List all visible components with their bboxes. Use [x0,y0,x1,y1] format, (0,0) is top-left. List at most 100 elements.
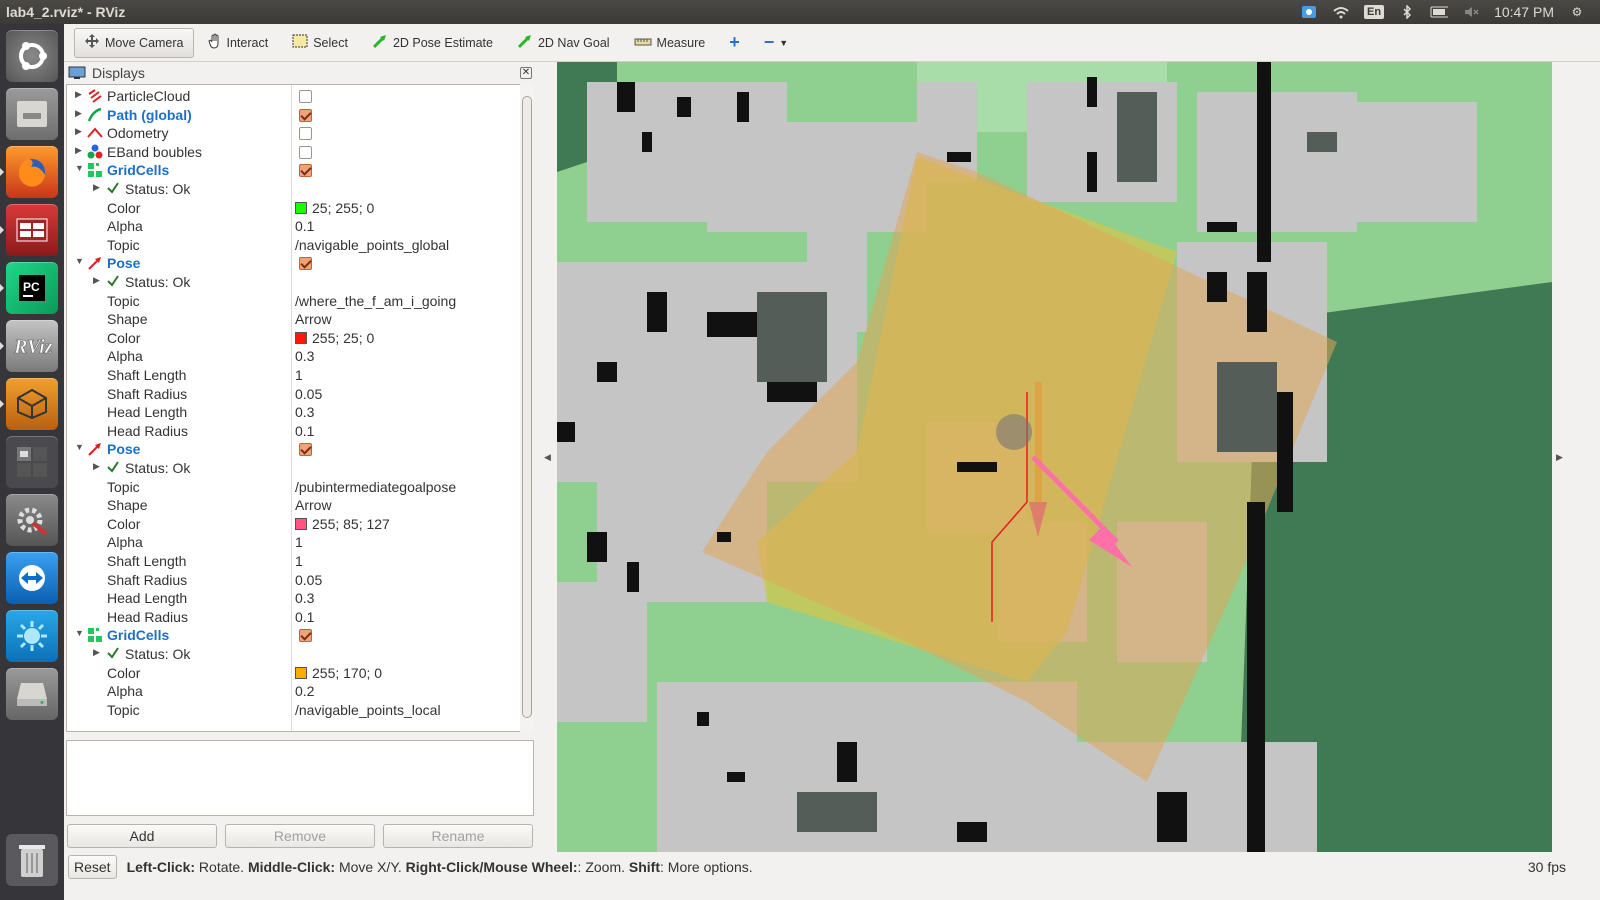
scrollbar-thumb[interactable] [522,96,532,718]
collapse-arrow-icon[interactable]: ▶ [75,145,82,156]
color-swatch[interactable] [295,517,307,530]
ubuntu-dash-icon[interactable] [6,30,58,82]
property-row-status-ok[interactable]: ▶ Status: Ok [67,645,521,664]
property-row-status-ok[interactable]: ▶ Status: Ok [67,459,521,478]
property-value[interactable]: 1 [295,553,303,569]
collapse-arrow-icon[interactable]: ▶ [93,647,100,658]
reset-button[interactable]: Reset [68,855,117,879]
gear-icon[interactable]: ⚙ [1568,5,1586,19]
property-row-color[interactable]: Color 255; 170; 0 [67,664,521,683]
property-row-head-length[interactable]: Head Length 0.3 [67,589,521,608]
property-row-alpha[interactable]: Alpha 0.2 [67,682,521,701]
display-item-pose[interactable]: ▼ Pose [67,440,521,459]
wifi-icon[interactable] [1332,5,1350,19]
blue-splash-app-icon[interactable] [6,610,58,662]
display-item-path-global[interactable]: ▶ Path (global) [67,106,521,125]
chat-icon[interactable] [1300,5,1318,19]
expand-arrow-icon[interactable]: ▼ [75,163,84,173]
property-row-shaft-radius[interactable]: Shaft Radius 0.05 [67,571,521,590]
clock[interactable]: 10:47 PM [1494,4,1554,20]
expand-arrow-icon[interactable]: ▼ [75,628,84,638]
property-row-shaft-radius[interactable]: Shaft Radius 0.05 [67,385,521,404]
disks-icon[interactable] [6,668,58,720]
display-item-gridcells[interactable]: ▼ GridCells [67,161,521,180]
display-item-odometry[interactable]: ▶ Odometry [67,124,521,143]
property-row-status-ok[interactable]: ▶ Status: Ok [67,180,521,199]
property-value[interactable]: 0.1 [295,218,314,234]
property-row-alpha[interactable]: Alpha 0.3 [67,347,521,366]
tool-measure[interactable]: Measure [624,28,716,58]
property-row-alpha[interactable]: Alpha 0.1 [67,217,521,236]
property-value[interactable]: 25; 255; 0 [295,200,374,216]
property-value[interactable]: 0.3 [295,348,314,364]
firefox-icon[interactable] [0,146,58,198]
sketchup-icon[interactable] [0,378,58,430]
display-item-pose[interactable]: ▼ Pose [67,254,521,273]
property-value[interactable]: /navigable_points_global [295,237,449,253]
property-value[interactable]: Arrow [295,311,332,327]
volume-icon[interactable] [1462,5,1480,19]
remove-tool-button[interactable]: − ▼ [754,28,798,58]
property-row-color[interactable]: Color 255; 85; 127 [67,515,521,534]
keyboard-layout-indicator[interactable]: En [1364,5,1385,19]
collapse-left-icon[interactable]: ◀ [544,452,551,463]
display-item-eband-boubles[interactable]: ▶ EBand boubles [67,143,521,162]
property-value[interactable]: 1 [295,534,303,550]
property-value[interactable]: /pubintermediategoalpose [295,479,456,495]
property-row-topic[interactable]: Topic/navigable_points_global [67,236,521,255]
display-enable-checkbox[interactable] [299,164,312,178]
property-row-status-ok[interactable]: ▶ Status: Ok [67,273,521,292]
color-swatch[interactable] [295,331,307,344]
tool-interact[interactable]: Interact [198,28,279,58]
expand-arrow-icon[interactable]: ▼ [75,442,84,452]
property-value[interactable]: 255; 25; 0 [295,330,374,346]
collapse-arrow-icon[interactable]: ▶ [75,108,82,119]
collapse-arrow-icon[interactable]: ▶ [93,182,100,193]
pycharm-icon[interactable]: PC [0,262,58,314]
bluetooth-icon[interactable] [1398,5,1416,19]
battery-icon[interactable] [1430,5,1449,19]
color-swatch[interactable] [295,666,307,679]
expand-arrow-icon[interactable]: ▼ [75,256,84,266]
display-enable-checkbox[interactable] [299,127,312,141]
tool-select[interactable]: Select [282,28,358,58]
property-value[interactable]: /where_the_f_am_i_going [295,293,456,309]
property-value[interactable]: 1 [295,367,303,383]
tool-2d-pose-estimate[interactable]: 2D Pose Estimate [362,28,503,58]
property-value[interactable]: 0.05 [295,386,322,402]
display-enable-checkbox[interactable] [299,629,312,643]
trash-icon[interactable] [6,834,58,886]
display-enable-checkbox[interactable] [299,90,312,103]
rename-display-button[interactable]: Rename [383,824,533,848]
tool-2d-nav-goal[interactable]: 2D Nav Goal [507,28,620,58]
collapse-arrow-icon[interactable]: ▶ [93,461,100,472]
3d-render-view[interactable] [557,62,1552,852]
property-row-head-radius[interactable]: Head Radius 0.1 [67,422,521,441]
property-value[interactable]: 0.3 [295,590,314,606]
property-value[interactable]: 255; 85; 127 [295,516,390,532]
property-value[interactable]: Arrow [295,497,332,513]
collapse-arrow-icon[interactable]: ▶ [75,89,82,100]
close-panel-button[interactable]: ✕ [520,67,532,79]
display-enable-checkbox[interactable] [299,443,312,457]
display-item-gridcells[interactable]: ▼ GridCells [67,626,521,645]
display-enable-checkbox[interactable] [299,145,312,159]
property-row-color[interactable]: Color 25; 255; 0 [67,199,521,218]
property-row-alpha[interactable]: Alpha 1 [67,533,521,552]
remove-display-button[interactable]: Remove [225,824,375,848]
collapse-right-icon[interactable]: ▶ [1556,452,1563,463]
property-row-shape[interactable]: Shape Arrow [67,496,521,515]
property-value[interactable]: 0.2 [295,683,314,699]
displays-tree[interactable]: ▶ ParticleCloud ▶ Path (global) ▶ Odometry ▶ EB… [66,84,534,732]
property-row-head-radius[interactable]: Head Radius 0.1 [67,608,521,627]
settings-icon[interactable] [6,494,58,546]
property-row-color[interactable]: Color 255; 25; 0 [67,329,521,348]
display-enable-checkbox[interactable] [299,257,312,271]
property-value[interactable]: 0.3 [295,404,314,420]
tree-scrollbar[interactable] [520,84,534,732]
workspace-switcher-icon[interactable] [6,436,58,488]
add-tool-button[interactable]: + [719,28,750,58]
property-row-topic[interactable]: Topic/navigable_points_local [67,701,521,720]
display-enable-checkbox[interactable] [299,108,312,122]
terminal-icon[interactable] [0,204,58,256]
